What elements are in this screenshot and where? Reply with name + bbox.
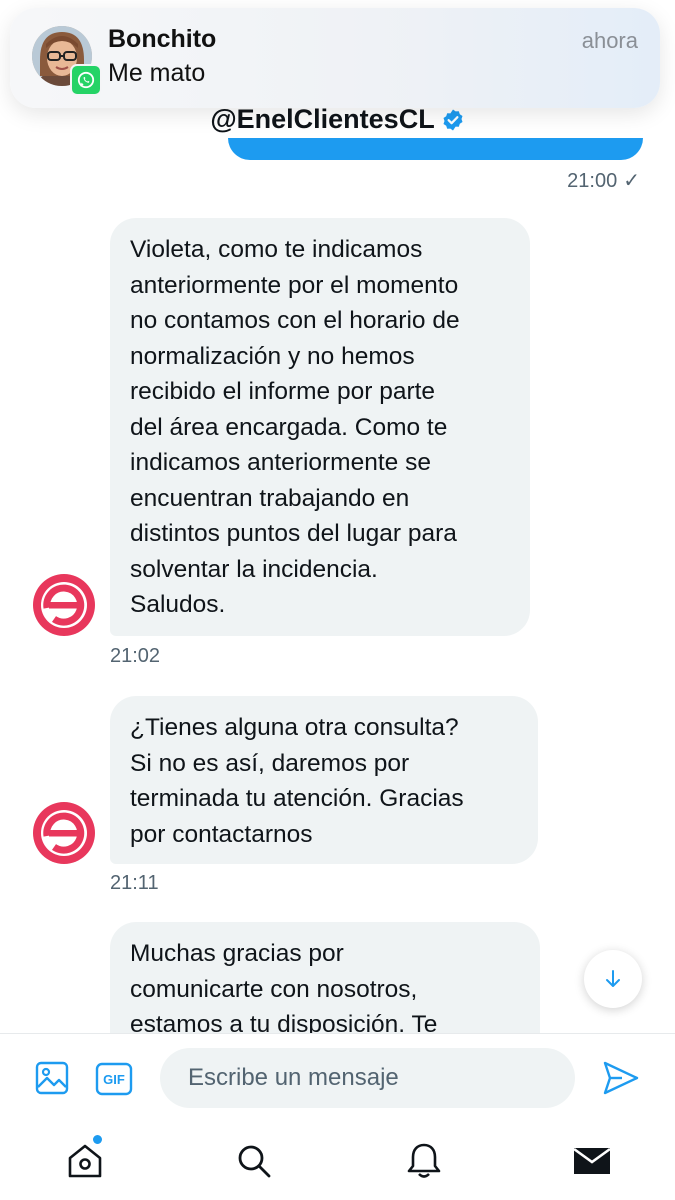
- mail-icon: [573, 1147, 611, 1174]
- verified-badge-icon: [441, 108, 465, 139]
- enel-avatar-icon[interactable]: [32, 573, 96, 637]
- gif-label: GIF: [103, 1072, 125, 1087]
- received-message-bubble[interactable]: Violeta, como te indicamos anteriormente…: [110, 218, 530, 636]
- home-icon: [68, 1144, 102, 1178]
- bell-icon: [407, 1143, 441, 1178]
- message-composer: GIF: [0, 1033, 675, 1124]
- checkmark-icon: ✓: [623, 170, 640, 192]
- arrow-down-icon: [606, 970, 620, 987]
- tab-notifications[interactable]: [402, 1139, 446, 1183]
- home-notification-dot: [93, 1135, 102, 1144]
- received-message-bubble[interactable]: ¿Tienes alguna otra consulta? Si no es a…: [110, 696, 538, 864]
- scroll-to-bottom-button[interactable]: [584, 950, 642, 1008]
- bottom-tab-bar: [0, 1123, 675, 1200]
- message-time: 21:11: [110, 872, 159, 894]
- tab-home[interactable]: [63, 1139, 107, 1183]
- send-icon[interactable]: [602, 1060, 640, 1101]
- chat-title-handle: @EnelClientesCL: [210, 104, 435, 134]
- whatsapp-icon: [70, 64, 102, 96]
- image-icon[interactable]: [34, 1060, 70, 1101]
- message-time: 21:02: [110, 645, 161, 667]
- sent-message-time: 21:00 ✓: [567, 168, 640, 193]
- sent-message-bubble[interactable]: [228, 138, 643, 160]
- enel-avatar-icon[interactable]: [32, 801, 96, 865]
- sent-time-text: 21:00: [567, 170, 618, 192]
- tab-messages[interactable]: [570, 1139, 614, 1183]
- gif-button[interactable]: GIF: [95, 1062, 133, 1101]
- search-icon: [238, 1145, 271, 1178]
- whatsapp-notification-banner[interactable]: Bonchito Me mato ahora: [10, 8, 660, 108]
- message-input[interactable]: [160, 1048, 575, 1108]
- notification-sender: Bonchito: [108, 25, 217, 53]
- notification-time: ahora: [581, 28, 638, 53]
- tab-search[interactable]: [232, 1139, 276, 1183]
- chat-title[interactable]: @EnelClientesCL: [0, 104, 675, 139]
- notification-message: Me mato: [108, 59, 206, 87]
